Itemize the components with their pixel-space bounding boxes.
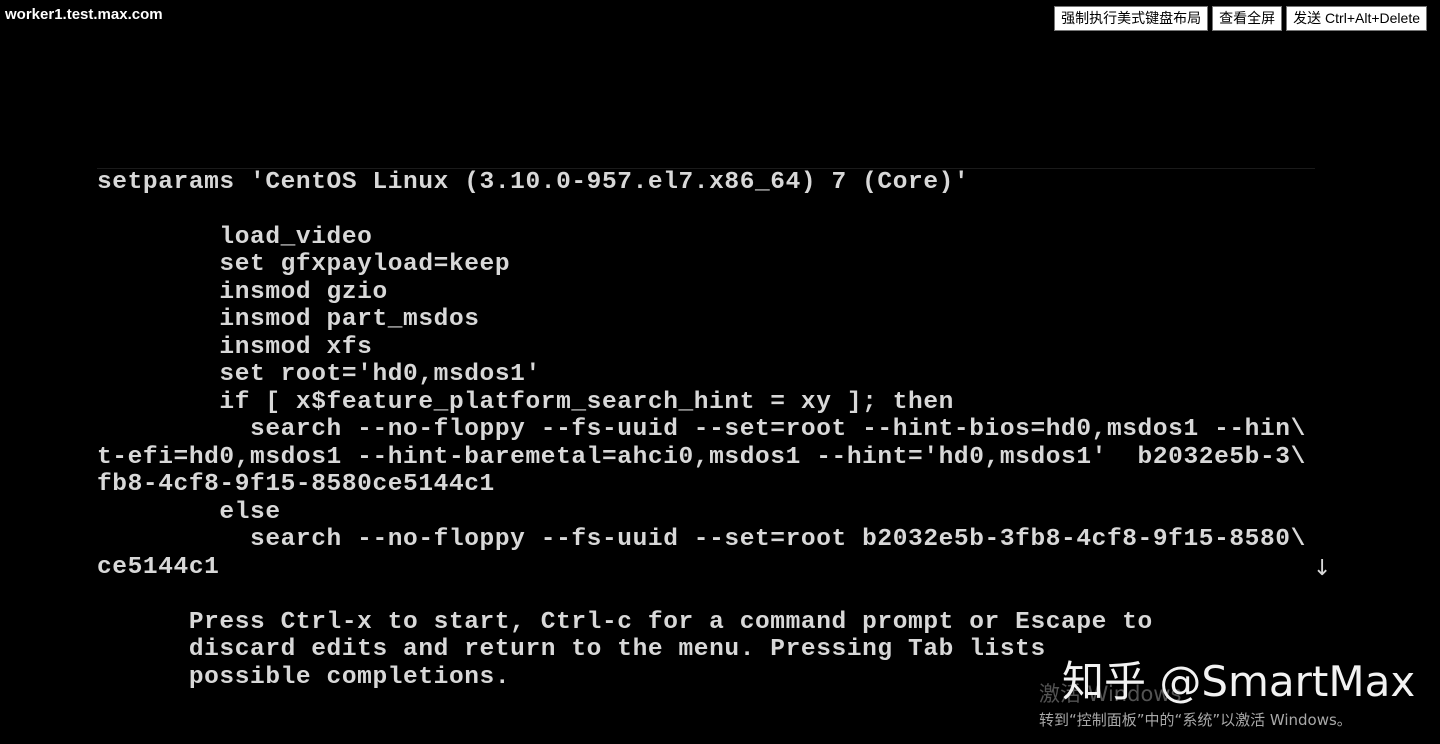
activate-windows-subtitle: 转到“控制面板”中的“系统”以激活 Windows。 xyxy=(1039,711,1352,729)
fullscreen-button[interactable]: 查看全屏 xyxy=(1212,6,1283,31)
console-line: else xyxy=(97,499,281,526)
scroll-down-arrow-icon: ↓ xyxy=(1313,556,1332,581)
console-line: search --no-floppy --fs-uuid --set=root … xyxy=(97,526,1306,553)
force-us-keyboard-button[interactable]: 强制执行美式键盘布局 xyxy=(1054,6,1209,31)
console-line: load_video xyxy=(97,224,373,251)
send-ctrl-alt-delete-button[interactable]: 发送 Ctrl+Alt+Delete xyxy=(1286,6,1427,31)
help-text-line: Press Ctrl-x to start, Ctrl-c for a comm… xyxy=(97,609,1153,636)
console-line: set root='hd0,msdos1' xyxy=(97,361,541,388)
console-line: setparams 'CentOS Linux (3.10.0-957.el7.… xyxy=(97,169,970,196)
help-text-line: discard edits and return to the menu. Pr… xyxy=(97,636,1046,663)
host-title: worker1.test.max.com xyxy=(5,6,163,23)
console-line: insmod xfs xyxy=(97,334,373,361)
console-line: set gfxpayload=keep xyxy=(97,251,511,278)
console-line: t-efi=hd0,msdos1 --hint-baremetal=ahci0,… xyxy=(97,444,1306,471)
console-toolbar: 强制执行美式键盘布局 查看全屏 发送 Ctrl+Alt+Delete xyxy=(1054,6,1427,31)
console-line: insmod part_msdos xyxy=(97,306,480,333)
grub-edit-console[interactable]: setparams 'CentOS Linux (3.10.0-957.el7.… xyxy=(97,168,1331,709)
console-line: fb8-4cf8-9f15-8580ce5144c1 xyxy=(97,471,495,498)
help-text-line: possible completions. xyxy=(97,664,511,691)
brand-watermark: 知乎 @SmartMax xyxy=(1062,657,1416,706)
console-line: if [ x$feature_platform_search_hint = xy… xyxy=(97,389,954,416)
console-line: search --no-floppy --fs-uuid --set=root … xyxy=(97,416,1306,443)
console-line: ce5144c1 xyxy=(97,554,220,581)
console-line: insmod gzio xyxy=(97,279,388,306)
